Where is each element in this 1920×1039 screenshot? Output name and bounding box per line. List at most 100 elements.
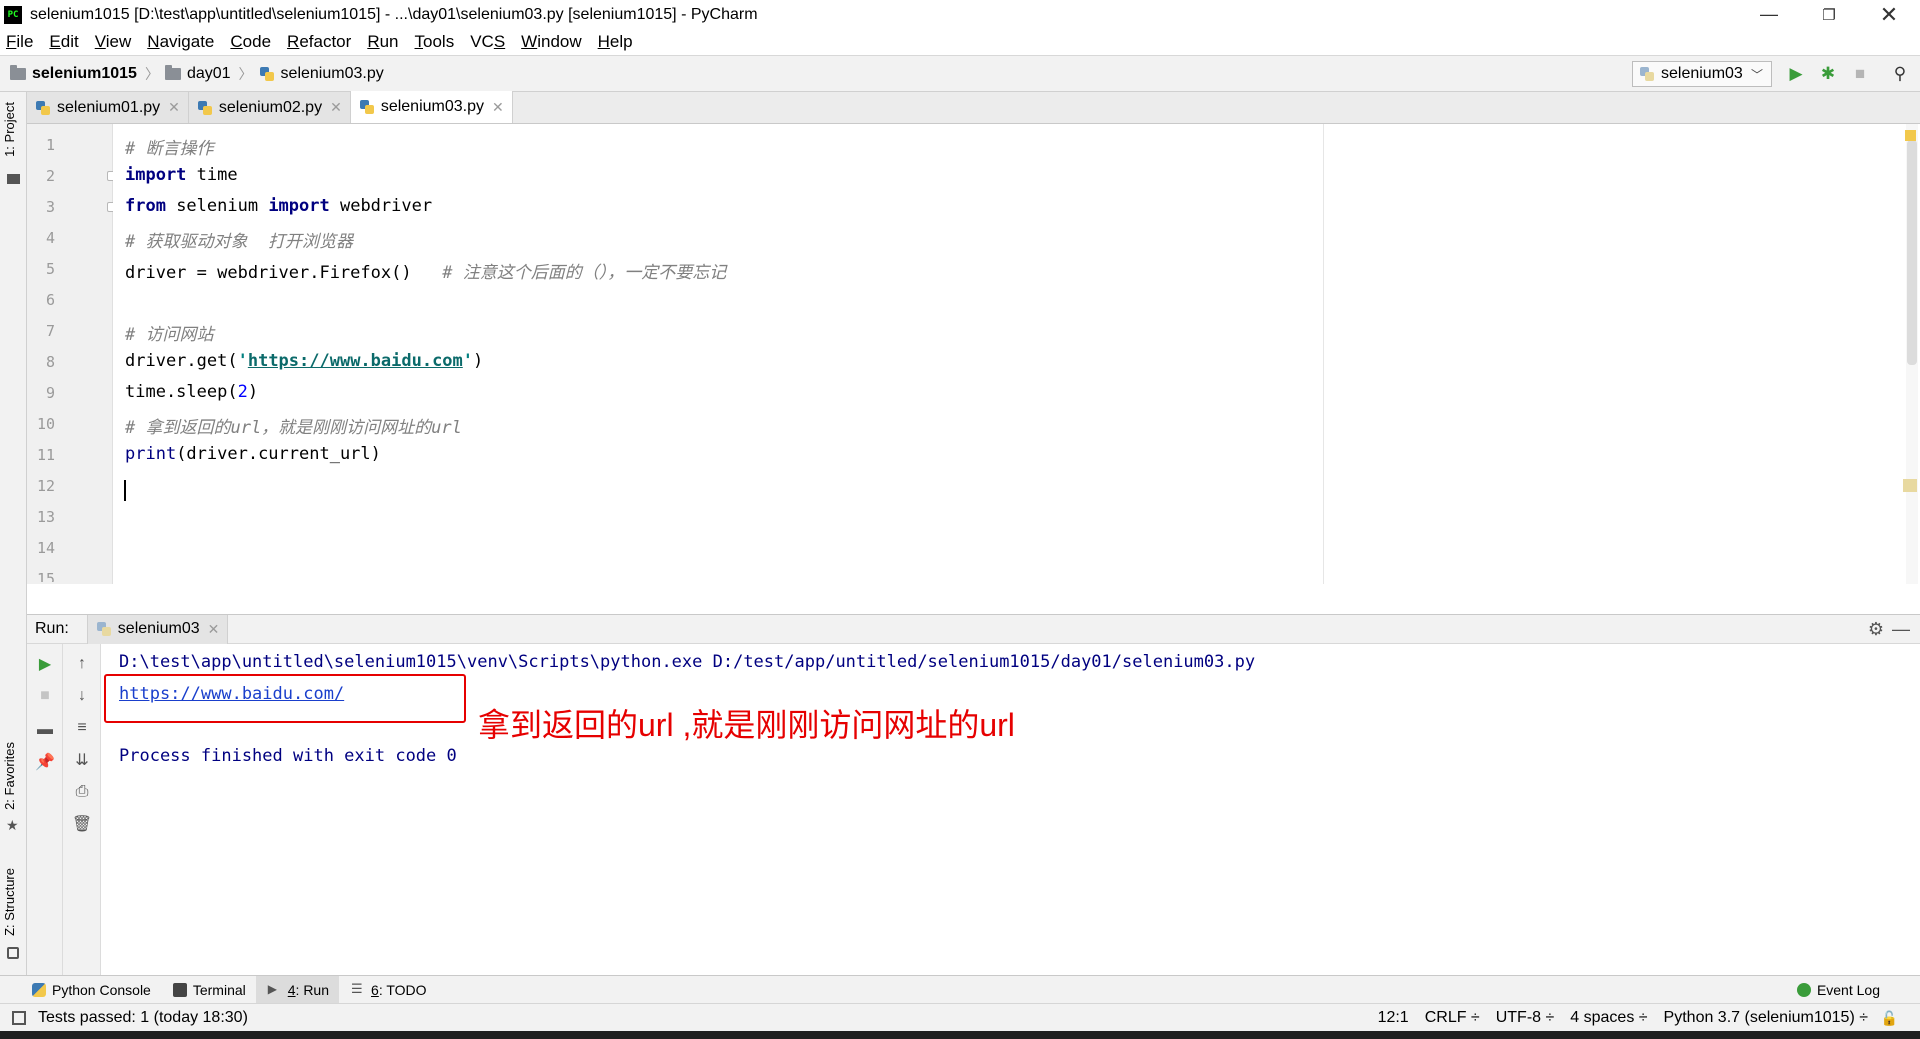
folder-icon (164, 64, 181, 80)
python-icon (96, 621, 112, 637)
soft-wrap-icon[interactable]: ≡ (70, 716, 94, 740)
line-number: 7 (45, 322, 55, 340)
todo-icon: ☰ (351, 980, 363, 996)
tab-selenium02[interactable]: selenium02.py ✕ (188, 92, 351, 123)
line-number: 5 (45, 260, 55, 278)
console-command-line: D:\test\app\untitled\selenium1015\venv\S… (119, 652, 1256, 672)
hide-icon[interactable]: — (1892, 619, 1910, 640)
code-line-8: driver.get('https://www.baidu.com') (125, 351, 484, 371)
breadcrumb-folder[interactable]: day01 (164, 64, 231, 83)
scroll-to-end-icon[interactable]: ⇊ (70, 748, 94, 772)
stop-icon[interactable]: ■ (1850, 64, 1870, 84)
arrow-up-icon[interactable]: ↑ (70, 652, 94, 676)
search-icon[interactable]: ⚲ (1890, 64, 1910, 84)
tab-selenium01[interactable]: selenium01.py ✕ (27, 92, 189, 123)
run-icon[interactable]: ▶ (1786, 64, 1806, 84)
trash-icon[interactable]: 🗑 (70, 812, 94, 836)
python-file-icon (35, 100, 51, 116)
close-icon[interactable]: ✕ (1861, 0, 1917, 29)
run-tab-selenium03[interactable]: selenium03 ✕ (86, 614, 229, 644)
layout-icon[interactable]: ▬ (33, 718, 57, 742)
status-bar: Tests passed: 1 (today 18:30) 12:1 CRLF … (0, 1003, 1920, 1031)
star-icon: ★ (6, 817, 19, 833)
breadcrumb-separator: 〉 (144, 65, 159, 82)
line-separator[interactable]: CRLF ÷ (1425, 1009, 1480, 1027)
menu-file[interactable]: File (6, 32, 33, 52)
rerun-icon[interactable]: ▶ (33, 652, 57, 676)
line-number: 13 (36, 508, 55, 526)
chevron-down-icon: ﹀ (1750, 67, 1763, 82)
lock-icon[interactable]: 🔓 (1881, 1010, 1898, 1027)
minimize-icon[interactable]: — (1741, 0, 1797, 29)
tab-terminal[interactable]: Terminal (161, 976, 256, 1004)
menu-refactor[interactable]: Refactor (287, 32, 351, 52)
close-tab-icon[interactable]: ✕ (168, 99, 180, 116)
menu-navigate[interactable]: Navigate (147, 32, 214, 52)
breadcrumb-project[interactable]: selenium1015 (10, 64, 137, 83)
run-configuration-select[interactable]: selenium03 ﹀ (1632, 61, 1772, 87)
close-tab-icon[interactable]: ✕ (208, 621, 220, 638)
menu-code[interactable]: Code (230, 32, 271, 52)
analysis-ok-icon[interactable] (1905, 130, 1916, 141)
line-number-gutter: 1 2 3 4 5 6 7 8 9 10 11 12 13 14 15 (27, 124, 117, 584)
scrollbar-thumb[interactable] (1907, 140, 1917, 365)
caret-position[interactable]: 12:1 (1378, 1009, 1409, 1027)
text-caret (124, 480, 126, 501)
tab-todo[interactable]: ☰ 6: TODO (339, 976, 437, 1004)
line-number: 10 (36, 415, 55, 433)
line-number: 4 (45, 229, 55, 247)
line-number: 8 (45, 353, 55, 371)
menu-edit[interactable]: Edit (49, 32, 78, 52)
close-tab-icon[interactable]: ✕ (492, 99, 504, 116)
tab-run[interactable]: ▶ 4: Run (255, 975, 340, 1004)
title-bar: PC selenium1015 [D:\test\app\untitled\se… (0, 0, 1920, 29)
gear-icon[interactable]: ⚙ (1868, 619, 1884, 640)
arrow-down-icon[interactable]: ↓ (70, 684, 94, 708)
line-number: 12 (36, 477, 55, 495)
breadcrumb-file[interactable]: selenium03.py (259, 65, 384, 83)
run-panel-label: Run: (35, 620, 69, 637)
menu-tools[interactable]: Tools (415, 32, 455, 52)
debug-icon[interactable]: ✱ (1818, 64, 1838, 84)
structure-tool-tab[interactable]: Z: Structure (2, 868, 17, 936)
line-number: 1 (45, 136, 55, 154)
code-line-5: driver = webdriver.Firefox() # 注意这个后面的（）… (125, 263, 727, 283)
file-encoding[interactable]: UTF-8 ÷ (1496, 1009, 1555, 1027)
python-icon (1639, 66, 1655, 82)
stop-icon[interactable]: ■ (33, 684, 57, 708)
run-toolbar-primary: ▶ ■ ▬ 📌 (27, 644, 63, 975)
menu-window[interactable]: Window (521, 32, 581, 52)
restore-icon[interactable]: ❐ (1801, 0, 1857, 29)
line-number: 15 (36, 570, 55, 582)
code-line-1: # 断言操作 (125, 139, 214, 159)
tab-python-console[interactable]: Python Console (20, 976, 161, 1004)
tab-selenium03[interactable]: selenium03.py ✕ (350, 91, 513, 123)
menu-run[interactable]: Run (367, 32, 398, 52)
terminal-icon (172, 982, 187, 997)
code-editor[interactable]: # 断言操作 import time from selenium import … (113, 124, 1920, 584)
pycharm-logo-icon: PC (4, 5, 22, 24)
console-exit-message: Process finished with exit code 0 (119, 746, 457, 766)
annotation-text: 拿到返回的url ,就是刚刚访问网址的url (478, 707, 1015, 743)
print-icon[interactable]: ⎙ (70, 780, 94, 804)
line-number: 11 (36, 446, 55, 464)
menu-help[interactable]: Help (598, 32, 633, 52)
indent-setting[interactable]: 4 spaces ÷ (1570, 1009, 1647, 1027)
pin-icon[interactable]: 📌 (33, 750, 57, 774)
run-toolbar-secondary: ↑ ↓ ≡ ⇊ ⎙ 🗑 (63, 644, 101, 975)
close-tab-icon[interactable]: ✕ (330, 99, 342, 116)
favorites-tool-tab[interactable]: 2: Favorites (2, 742, 17, 810)
code-line-10: # 拿到返回的url，就是刚刚访问网址的url (125, 418, 462, 438)
folder-icon (10, 64, 26, 80)
line-number: 2 (45, 167, 55, 185)
editor-tab-bar: selenium01.py ✕ selenium02.py ✕ selenium… (27, 91, 1920, 124)
menu-view[interactable]: View (95, 32, 132, 52)
event-log-button[interactable]: Event Log (1796, 976, 1880, 1004)
window-title: selenium1015 [D:\test\app\untitled\selen… (30, 5, 758, 23)
menu-vcs[interactable]: VCS (470, 32, 505, 52)
python-console-icon (32, 982, 46, 997)
toggle-tool-windows-icon[interactable] (12, 1010, 26, 1025)
python-interpreter[interactable]: Python 3.7 (selenium1015) ÷ (1664, 1009, 1868, 1027)
line-number: 6 (45, 291, 55, 309)
project-tool-tab[interactable]: 1: Project (2, 102, 17, 157)
